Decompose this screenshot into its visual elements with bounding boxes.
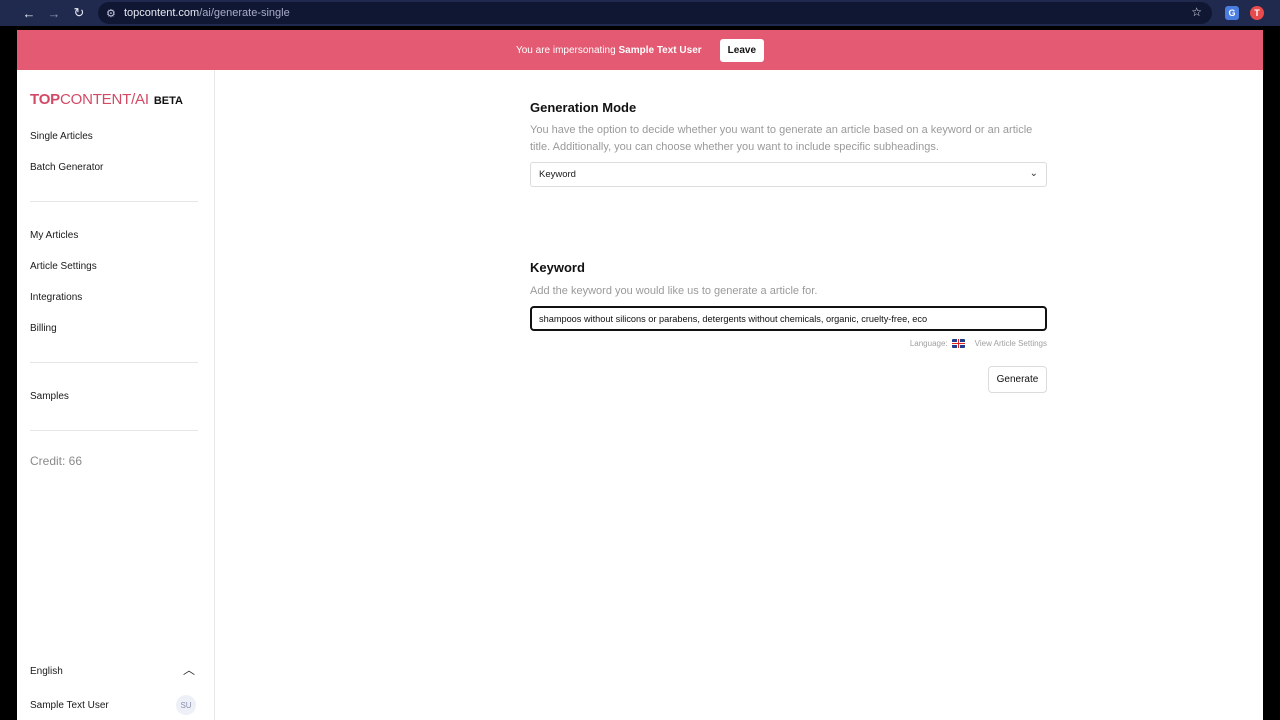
sidebar-item-billing[interactable]: Billing [30,323,57,334]
language-label: Language: [909,339,948,348]
generation-mode-title: Generation Mode [530,100,637,115]
language-selector[interactable]: English [30,666,63,677]
extension-icon[interactable]: T [1250,6,1264,20]
logo-top: TOP [30,91,60,108]
logo-content: CONTENT/ [59,91,136,108]
back-icon[interactable]: ← [18,2,40,24]
chevron-down-icon: ⌄ [1029,168,1038,179]
sidebar-divider [30,430,198,431]
reload-icon[interactable]: ↻ [68,2,90,24]
sidebar: TOPCONTENT/AI BETA Single Articles Batch… [17,70,215,720]
banner-prefix: You are impersonating [515,44,619,56]
url-host: topcontent.com [124,7,200,19]
beta-badge: BETA [153,95,183,107]
sidebar-divider [30,362,198,363]
sidebar-item-integrations[interactable]: Integrations [30,292,82,303]
banner-user: Sample Text User [618,44,702,56]
sidebar-item-my-articles[interactable]: My Articles [30,230,78,241]
logo-wordmark: TOPCONTENT/AI [30,91,149,108]
uk-flag-icon [951,339,965,348]
site-settings-icon[interactable]: ⚙ [106,7,124,20]
url-path: /ai/generate-single [199,7,290,19]
bookmark-star-icon[interactable]: ☆ [1191,5,1202,19]
sidebar-item-batch-generator[interactable]: Batch Generator [30,162,103,173]
leave-button[interactable]: Leave [719,38,765,62]
sidebar-item-single-articles[interactable]: Single Articles [30,131,93,142]
url-text: topcontent.com/ai/generate-single [124,7,290,19]
translate-extension-icon[interactable]: G [1225,6,1239,20]
sidebar-item-article-settings[interactable]: Article Settings [30,261,97,272]
language-row: Language: View Article Settings [897,339,1047,348]
keyword-input[interactable] [530,306,1047,331]
keyword-description: Add the keyword you would like us to gen… [530,285,818,297]
avatar[interactable]: SU [176,695,196,715]
sidebar-divider [30,201,198,202]
impersonation-banner: You are impersonating Sample Text User L… [17,30,1263,70]
generation-mode-description: You have the option to decide whether yo… [530,124,1033,153]
view-article-settings-link[interactable]: View Article Settings [975,339,1047,348]
credit-balance: Credit: 66 [30,454,83,468]
banner-text: You are impersonating Sample Text User [516,45,702,56]
forward-icon[interactable]: → [43,2,65,24]
keyword-title: Keyword [530,260,585,275]
generate-button[interactable]: Generate [988,366,1047,393]
address-bar[interactable]: ⚙ topcontent.com/ai/generate-single ☆ [98,2,1212,24]
logo[interactable]: TOPCONTENT/AI BETA [30,91,183,108]
sidebar-item-samples[interactable]: Samples [30,391,69,402]
browser-toolbar: ← → ↻ ⚙ topcontent.com/ai/generate-singl… [0,0,1280,26]
logo-ai: AI [135,91,149,108]
app-page: You are impersonating Sample Text User L… [17,30,1263,720]
generation-mode-value: Keyword [539,169,576,180]
chevron-up-icon[interactable]: ︿ [183,661,195,678]
generation-mode-select[interactable]: Keyword ⌄ [530,162,1047,187]
user-name[interactable]: Sample Text User [30,700,109,711]
